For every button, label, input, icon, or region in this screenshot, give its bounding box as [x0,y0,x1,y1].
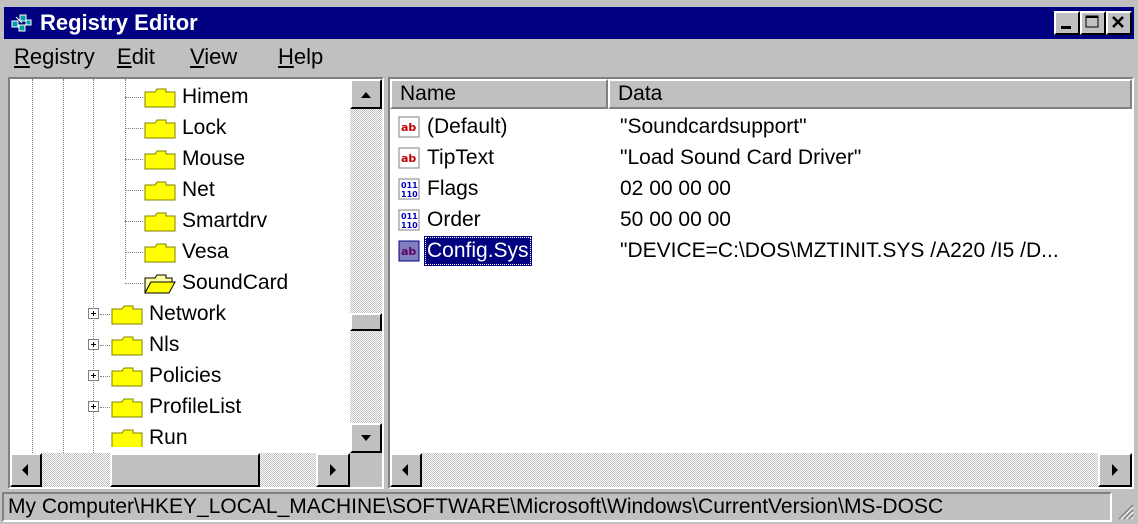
folder-icon [111,429,143,447]
folder-icon [144,150,176,170]
tree-scroll-right-button[interactable] [316,453,350,487]
folder-icon [111,398,143,418]
tree-item-nls[interactable]: Nls [10,330,350,360]
tree-scroll-up-button[interactable] [350,79,382,109]
tree-item-mouse[interactable]: Mouse [10,144,350,174]
svg-text:ab: ab [401,245,416,258]
tree-connector [125,190,143,192]
tree-connector [125,159,143,161]
registry-editor-icon [11,14,32,32]
close-button[interactable] [1106,11,1132,35]
selected-value-name: Config.Sys [424,236,532,266]
registry-tree-pane[interactable]: Himem Lock Mouse Net Smartdrv Vesa Sound… [8,77,384,489]
arrow-right-icon [330,464,336,476]
values-scroll-left-button[interactable] [390,453,422,487]
menu-view[interactable]: View [190,44,237,70]
tree-item-lock[interactable]: Lock [10,113,350,143]
tree-connector [125,128,143,130]
values-horizontal-scrollbar[interactable] [390,453,1132,487]
tree-vertical-scroll-thumb[interactable] [350,313,382,331]
scrollbar-corner [350,453,382,487]
value-row-flags[interactable]: 011 110 Flags 02 00 00 00 [390,174,1130,204]
open-folder-icon [144,274,176,294]
tree-item-smartdrv[interactable]: Smartdrv [10,206,350,236]
svg-text:011: 011 [401,212,418,221]
registry-values-pane[interactable]: Name Data ab (Default) "Soundcardsupport… [388,77,1134,489]
column-header-name[interactable]: Name [390,79,608,109]
registry-editor-window: Registry Editor Registry Edit View Help … [0,0,1138,524]
folder-icon [111,305,143,325]
value-row-tiptext[interactable]: ab TipText "Load Sound Card Driver" [390,143,1130,173]
tree-item-network[interactable]: Network [10,299,350,329]
string-value-icon: ab [398,147,420,169]
title-bar[interactable]: Registry Editor [4,7,1134,39]
tree-horizontal-scroll-thumb[interactable] [110,453,260,487]
tree-item-vesa[interactable]: Vesa [10,237,350,267]
tree-connector [125,97,143,99]
arrow-left-icon [22,464,28,476]
menu-bar: Registry Edit View Help [4,42,1134,72]
tree-connector [100,314,110,316]
minimize-icon [1061,26,1071,29]
column-header-data[interactable]: Data [608,79,1132,109]
resize-grip-icon[interactable] [1114,500,1134,520]
values-scroll-right-button[interactable] [1098,453,1132,487]
arrow-down-icon [361,435,371,441]
maximize-icon [1085,15,1099,28]
value-row-default[interactable]: ab (Default) "Soundcardsupport" [390,112,1130,142]
svg-text:110: 110 [401,190,418,199]
window-title: Registry Editor [40,10,198,35]
menu-registry[interactable]: Registry [14,44,95,70]
folder-icon [111,367,143,387]
svg-text:110: 110 [401,221,418,230]
arrow-left-icon [402,464,408,476]
folder-icon [144,119,176,139]
value-row-order[interactable]: 011 110 Order 50 00 00 00 [390,205,1130,235]
menu-edit[interactable]: Edit [117,44,155,70]
svg-text:011: 011 [401,181,418,190]
maximize-button[interactable] [1080,11,1106,35]
tree-vertical-scrollbar[interactable] [350,79,382,453]
menu-help[interactable]: Help [278,44,323,70]
tree-connector [125,221,143,223]
folder-icon [111,336,143,356]
close-icon [1112,16,1124,28]
tree-connector [100,376,110,378]
tree-item-profilelist[interactable]: ProfileList [10,392,350,422]
tree-scroll-down-button[interactable] [350,423,382,453]
arrow-up-icon [361,92,371,98]
tree-connector [100,407,110,409]
string-value-icon: ab [398,116,420,138]
expand-icon[interactable] [88,308,99,319]
string-value-icon: ab [398,240,420,262]
tree-item-net[interactable]: Net [10,175,350,205]
folder-icon [144,181,176,201]
folder-icon [144,243,176,263]
expand-icon[interactable] [88,401,99,412]
status-bar: My Computer\HKEY_LOCAL_MACHINE\SOFTWARE\… [2,492,1136,522]
folder-icon [144,88,176,108]
svg-text:ab: ab [401,121,416,134]
tree-item-policies[interactable]: Policies [10,361,350,391]
expand-icon[interactable] [88,339,99,350]
binary-value-icon: 011110 [398,209,420,231]
status-path: My Computer\HKEY_LOCAL_MACHINE\SOFTWARE\… [2,492,1112,522]
binary-value-icon: 011110 [398,178,420,200]
arrow-right-icon [1112,464,1118,476]
tree-item-soundcard[interactable]: SoundCard [10,268,350,298]
svg-text:ab: ab [401,152,416,165]
expand-icon[interactable] [88,370,99,381]
tree-connector [100,345,110,347]
tree-connector [125,283,143,285]
tree-scroll-left-button[interactable] [10,453,42,487]
folder-icon [144,212,176,232]
value-row-config-sys[interactable]: ab Config.Sys "DEVICE=C:\DOS\MZTINIT.SYS… [390,236,1130,266]
tree-item-himem[interactable]: Himem [10,82,350,112]
tree-item-run[interactable]: Run [10,423,350,447]
minimize-button[interactable] [1054,11,1080,35]
tree-connector [125,252,143,254]
